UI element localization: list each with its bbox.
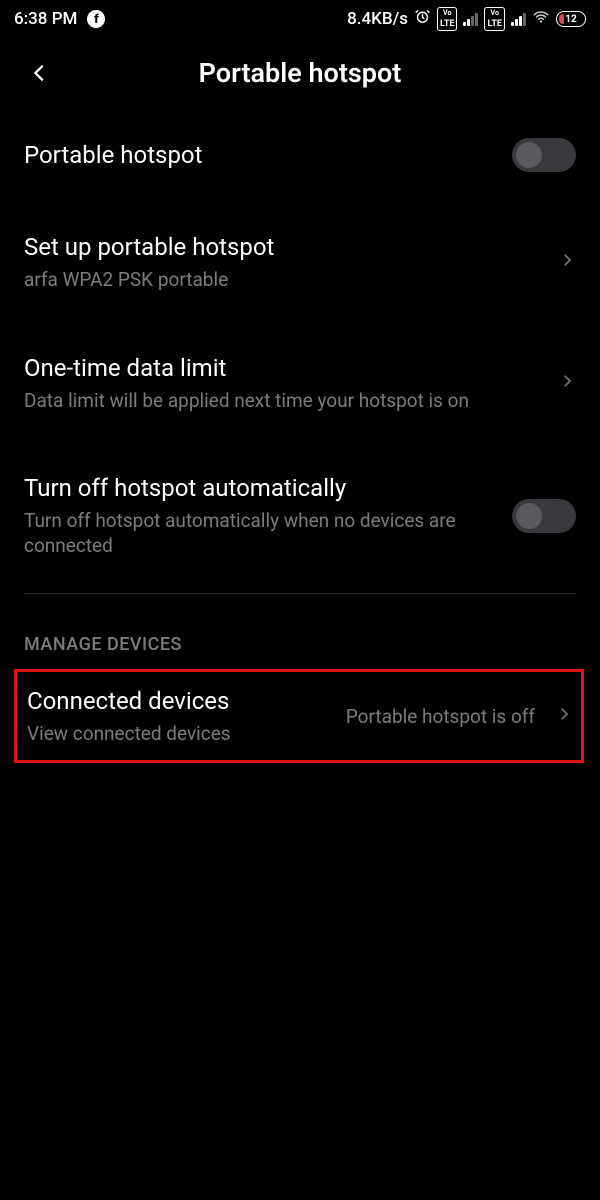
row-connected-devices[interactable]: Connected devices View connected devices… xyxy=(17,682,577,751)
section-manage-devices: MANAGE DEVICES xyxy=(24,594,576,669)
status-bar: 6:38 PM f 8.4KB/s VoLTE VoLTE 12 xyxy=(0,0,600,38)
hotspot-toggle[interactable] xyxy=(512,138,576,172)
chevron-right-icon xyxy=(558,251,576,273)
alarm-icon xyxy=(414,8,431,30)
battery-icon: 12 xyxy=(556,11,586,27)
row-value: Portable hotspot is off xyxy=(346,705,535,728)
row-auto-off[interactable]: Turn off hotspot automatically Turn off … xyxy=(24,443,576,588)
row-title: Portable hotspot xyxy=(24,140,492,170)
status-time: 6:38 PM xyxy=(14,9,77,29)
row-subtitle: Data limit will be applied next time you… xyxy=(24,389,538,414)
row-title: Set up portable hotspot xyxy=(24,232,538,262)
row-subtitle: Turn off hotspot automatically when no d… xyxy=(24,509,492,558)
row-setup-hotspot[interactable]: Set up portable hotspot arfa WPA2 PSK po… xyxy=(24,202,576,323)
signal-icon-1 xyxy=(463,12,478,26)
volte-icon-1: VoLTE xyxy=(437,7,458,31)
volte-icon-2: VoLTE xyxy=(484,7,505,31)
chevron-right-icon xyxy=(558,372,576,394)
facebook-notification-icon: f xyxy=(87,10,105,28)
chevron-right-icon xyxy=(555,705,573,727)
row-subtitle: View connected devices xyxy=(27,722,326,747)
row-data-limit[interactable]: One-time data limit Data limit will be a… xyxy=(24,323,576,444)
row-title: Turn off hotspot automatically xyxy=(24,473,492,503)
wifi-icon xyxy=(532,8,550,31)
highlight-connected-devices: Connected devices View connected devices… xyxy=(14,669,584,764)
page-title: Portable hotspot xyxy=(0,57,600,89)
row-subtitle: arfa WPA2 PSK portable xyxy=(24,268,538,293)
signal-icon-2 xyxy=(511,12,526,26)
status-data-rate: 8.4KB/s xyxy=(347,9,408,29)
back-button[interactable] xyxy=(20,53,60,93)
page-header: Portable hotspot xyxy=(0,38,600,108)
row-title: Connected devices xyxy=(27,686,326,716)
row-title: One-time data limit xyxy=(24,353,538,383)
auto-off-toggle[interactable] xyxy=(512,499,576,533)
row-portable-hotspot[interactable]: Portable hotspot xyxy=(24,108,576,202)
